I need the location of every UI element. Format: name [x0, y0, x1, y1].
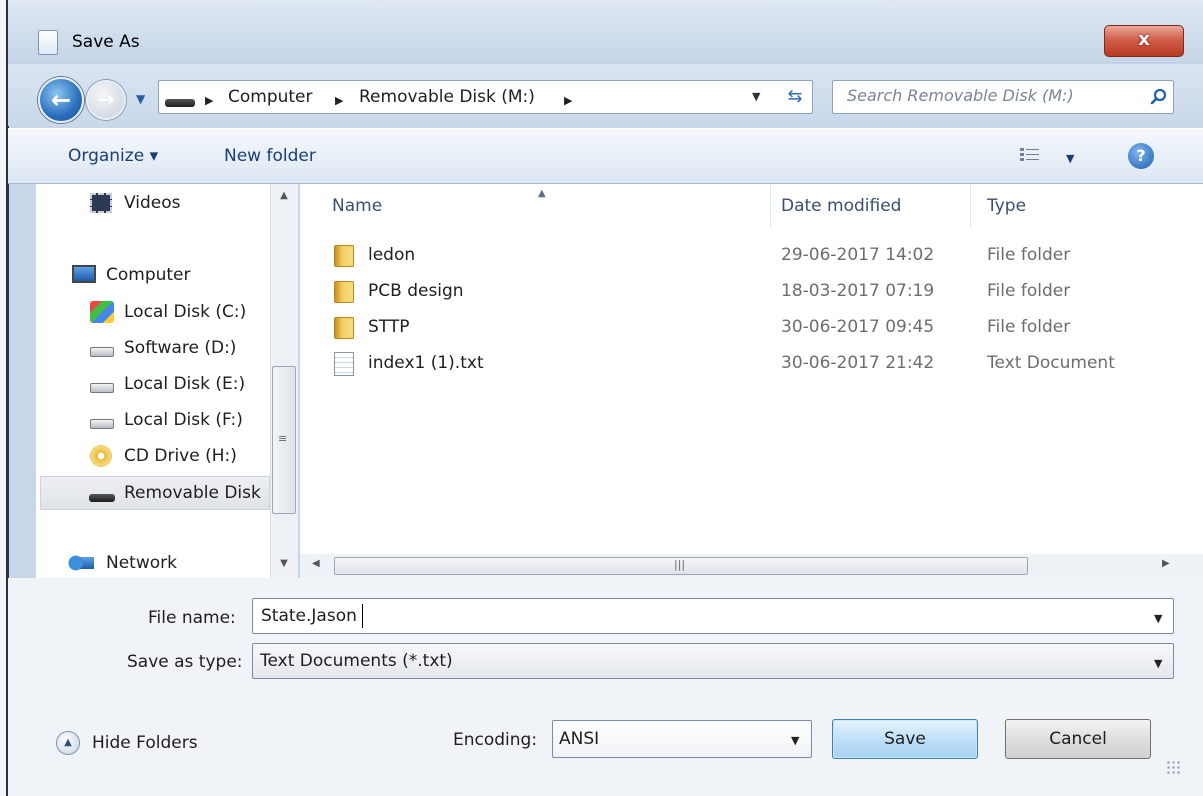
scroll-right-icon[interactable]: ▶	[1162, 558, 1170, 569]
column-header-type[interactable]: Type	[987, 196, 1026, 216]
sidebar-item-label: Software (D:)	[124, 338, 237, 358]
save-type-dropdown-icon[interactable]: ▼	[1154, 657, 1162, 670]
file-list	[300, 184, 1203, 578]
file-name[interactable]: PCB design	[368, 281, 464, 301]
refresh-button[interactable]: ⇆	[778, 82, 812, 112]
file-name[interactable]: STTP	[368, 317, 410, 337]
file-type: File folder	[987, 317, 1071, 337]
save-button[interactable]: Save	[832, 719, 978, 759]
scroll-left-icon[interactable]: ◀	[312, 558, 320, 569]
sidebar-item-label: Local Disk (F:)	[124, 410, 243, 430]
scroll-grip-icon: ≡	[278, 432, 288, 445]
forward-arrow-icon: →	[97, 87, 115, 111]
sidebar-item-label: Local Disk (C:)	[124, 302, 247, 322]
hard-drive-icon	[90, 347, 114, 357]
column-header-date-modified[interactable]: Date modified	[781, 196, 901, 216]
hide-folders-icon[interactable]: ▲	[56, 731, 80, 755]
sidebar-item-label: Videos	[124, 193, 181, 213]
video-icon	[90, 193, 112, 213]
recent-locations-dropdown[interactable]: ▼	[136, 93, 150, 105]
title-bar[interactable]	[8, 0, 1203, 64]
breadcrumb-separator-icon[interactable]: ▶	[335, 94, 343, 107]
sidebar-item-label: Local Disk (E:)	[124, 374, 246, 394]
column-divider[interactable]	[970, 184, 971, 228]
network-icon	[68, 553, 94, 573]
column-header-name[interactable]: Name	[332, 196, 382, 216]
window-title: Save As	[72, 32, 140, 52]
search-icon[interactable]	[1150, 88, 1168, 106]
encoding-dropdown-icon[interactable]: ▼	[791, 734, 799, 747]
sidebar-item-label: Computer	[106, 265, 191, 285]
new-folder-button[interactable]: New folder	[224, 146, 316, 166]
text-caret	[362, 604, 363, 628]
close-button[interactable]: x	[1104, 25, 1184, 57]
folder-icon	[334, 281, 354, 303]
sort-ascending-icon: ▲	[538, 188, 546, 199]
file-date: 29-06-2017 14:02	[781, 245, 935, 265]
encoding-value: ANSI	[559, 729, 600, 749]
removable-disk-icon	[89, 494, 115, 502]
file-type: File folder	[987, 245, 1071, 265]
cd-drive-icon	[90, 445, 112, 467]
computer-icon	[72, 265, 96, 283]
scroll-down-icon[interactable]: ▼	[270, 558, 298, 574]
file-name-field[interactable]	[252, 598, 1174, 634]
file-date: 30-06-2017 09:45	[781, 317, 935, 337]
file-name[interactable]: ledon	[368, 245, 415, 265]
resize-grip-icon[interactable]	[1166, 760, 1182, 776]
sidebar-item-label: CD Drive (H:)	[124, 446, 237, 466]
text-file-icon	[334, 352, 354, 376]
scroll-grip-icon: |||	[674, 558, 686, 571]
help-icon[interactable]: ?	[1128, 143, 1154, 169]
save-type-label: Save as type:	[127, 652, 243, 672]
system-disk-icon	[90, 301, 114, 323]
file-date: 30-06-2017 21:42	[781, 353, 935, 373]
folder-icon	[334, 245, 354, 267]
scroll-up-icon[interactable]: ▲	[270, 190, 298, 206]
file-type: Text Document	[987, 353, 1115, 373]
views-icon[interactable]	[1019, 146, 1041, 164]
file-name-label: File name:	[148, 608, 236, 628]
breadcrumb-separator-icon[interactable]: ▶	[205, 94, 213, 107]
sidebar-item-label: Removable Disk	[124, 483, 261, 503]
hard-drive-icon	[90, 383, 114, 393]
breadcrumb-separator-icon[interactable]: ▶	[564, 94, 572, 107]
hard-drive-icon	[90, 419, 114, 429]
folder-icon	[334, 317, 354, 339]
file-date: 18-03-2017 07:19	[781, 281, 935, 301]
breadcrumb-removable-disk[interactable]: Removable Disk (M:)	[359, 87, 535, 107]
column-divider[interactable]	[770, 184, 771, 228]
cancel-button[interactable]: Cancel	[1005, 719, 1151, 759]
file-name[interactable]: index1 (1).txt	[368, 353, 484, 373]
save-type-value: Text Documents (*.txt)	[260, 651, 453, 671]
sidebar-item-label: Network	[106, 553, 177, 573]
search-placeholder: Search Removable Disk (M:)	[847, 86, 1074, 105]
file-name-dropdown-icon[interactable]: ▼	[1154, 612, 1162, 625]
breadcrumb-computer[interactable]: Computer	[228, 87, 313, 107]
file-name-value[interactable]: State.Jason	[261, 606, 357, 626]
notepad-icon	[38, 30, 58, 55]
back-arrow-icon: ←	[50, 86, 72, 114]
removable-disk-icon	[165, 99, 195, 107]
address-dropdown-icon[interactable]: ▼	[752, 91, 766, 102]
sidebar-item-removable-disk[interactable]: Removable Disk	[40, 476, 270, 510]
organize-menu[interactable]: Organize ▾	[68, 146, 158, 166]
hide-folders-button[interactable]: Hide Folders	[92, 733, 198, 753]
encoding-label: Encoding:	[453, 730, 538, 750]
file-type: File folder	[987, 281, 1071, 301]
views-dropdown-icon[interactable]: ▼	[1066, 152, 1074, 165]
